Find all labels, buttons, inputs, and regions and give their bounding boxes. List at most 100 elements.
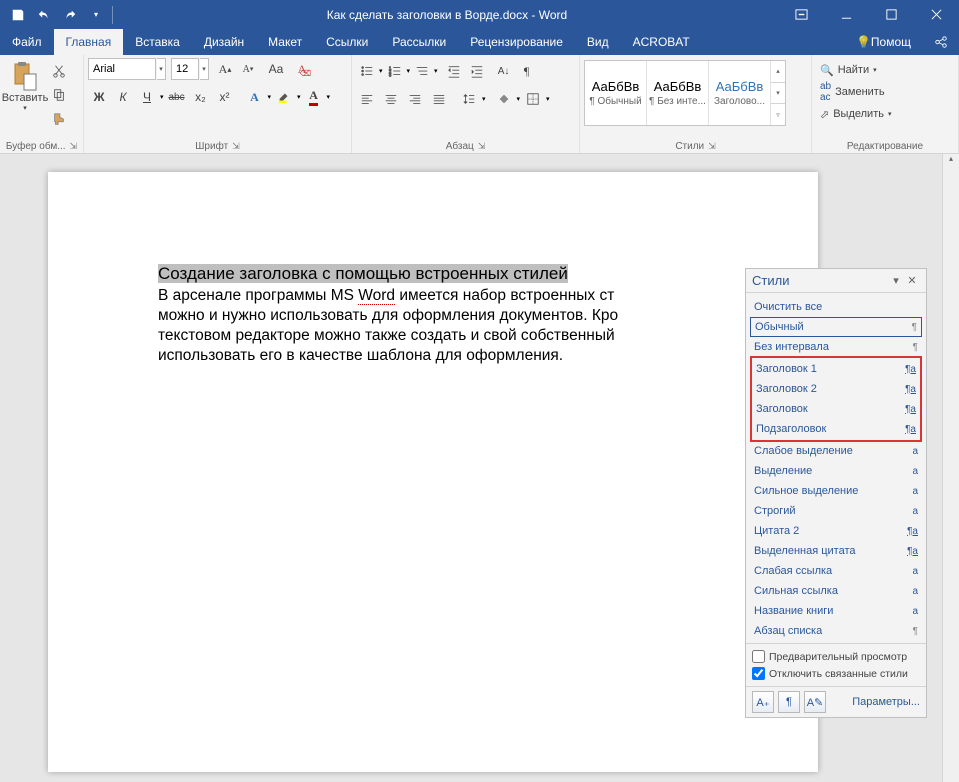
numbering-button[interactable]: 123	[384, 60, 406, 82]
increase-indent-button[interactable]	[466, 60, 488, 82]
vertical-scrollbar[interactable]: ▴	[942, 154, 959, 782]
style-item[interactable]: Слабая ссылкаa	[750, 561, 922, 581]
style-item[interactable]: Заголовок 2¶a	[752, 379, 920, 399]
font-name-dropdown[interactable]: ▾	[157, 58, 166, 80]
document-page[interactable]: Создание заголовка с помощью встроенных …	[48, 172, 818, 772]
align-center-button[interactable]	[380, 88, 402, 110]
copy-button[interactable]	[48, 84, 70, 106]
multilevel-list-button[interactable]	[411, 60, 433, 82]
style-item[interactable]: Заголовок 1¶a	[752, 359, 920, 379]
tab-acrobat[interactable]: ACROBAT	[621, 29, 702, 55]
increase-font-button[interactable]: A▴	[214, 58, 236, 80]
style-inspector-button[interactable]: ¶	[778, 691, 800, 713]
gallery-expand[interactable]: ▿	[771, 104, 785, 125]
clear-all[interactable]: Очистить все	[750, 297, 922, 317]
minimize-button[interactable]	[824, 0, 869, 29]
style-item[interactable]: Строгийa	[750, 501, 922, 521]
style-item[interactable]: Цитата 2¶a	[750, 521, 922, 541]
tab-references[interactable]: Ссылки	[314, 29, 380, 55]
text-effects-button[interactable]: A	[244, 86, 266, 108]
replace-button[interactable]: abacЗаменить	[816, 82, 889, 102]
style-item[interactable]: Слабое выделениеa	[750, 441, 922, 461]
style-item[interactable]: Сильная ссылкаa	[750, 581, 922, 601]
font-size-input[interactable]	[171, 58, 199, 80]
strike-button[interactable]: abc	[166, 86, 188, 108]
font-name-input[interactable]	[88, 58, 156, 80]
tab-view[interactable]: Вид	[575, 29, 621, 55]
tab-layout[interactable]: Макет	[256, 29, 314, 55]
redo-button[interactable]	[58, 3, 82, 27]
style-item[interactable]: Выделениеa	[750, 461, 922, 481]
tab-insert[interactable]: Вставка	[123, 29, 192, 55]
manage-styles-button[interactable]: A✎	[804, 691, 826, 713]
style-item[interactable]: Выделенная цитата¶a	[750, 541, 922, 561]
tell-me[interactable]: 💡 Помощ	[844, 29, 923, 55]
style-item[interactable]: Без интервала¶	[750, 337, 922, 357]
tab-mailings[interactable]: Рассылки	[380, 29, 458, 55]
close-button[interactable]	[914, 0, 959, 29]
paragraph-dialog-launcher[interactable]: ⇲	[478, 141, 486, 152]
paste-button[interactable]: Вставить ▾	[4, 58, 46, 128]
subscript-button[interactable]: x₂	[190, 86, 212, 108]
tab-home[interactable]: Главная	[54, 29, 124, 55]
italic-button[interactable]: К	[112, 86, 134, 108]
superscript-button[interactable]: x²	[214, 86, 236, 108]
save-button[interactable]	[6, 3, 30, 27]
font-dialog-launcher[interactable]: ⇲	[232, 141, 240, 152]
show-marks-button[interactable]: ¶	[516, 60, 538, 82]
style-item[interactable]: Абзац списка¶	[750, 621, 922, 641]
disable-linked-checkbox[interactable]: Отключить связанные стили	[752, 665, 920, 682]
style-item[interactable]: Заголовок¶a	[752, 399, 920, 419]
gallery-up[interactable]: ▴	[771, 61, 785, 83]
styles-options-link[interactable]: Параметры...	[852, 696, 920, 708]
doc-paragraph[interactable]: В арсенале программы MS Word имеется наб…	[158, 286, 688, 367]
decrease-indent-button[interactable]	[443, 60, 465, 82]
tab-design[interactable]: Дизайн	[192, 29, 256, 55]
style-heading1[interactable]: АаБбВв Заголово...	[709, 61, 771, 125]
styles-dialog-launcher[interactable]: ⇲	[708, 141, 716, 152]
preview-checkbox[interactable]: Предварительный просмотр	[752, 648, 920, 665]
underline-button[interactable]: Ч	[136, 86, 158, 108]
justify-button[interactable]	[428, 88, 450, 110]
line-spacing-button[interactable]	[458, 88, 480, 110]
qat-customize-button[interactable]: ▾	[84, 3, 108, 27]
borders-button[interactable]	[522, 88, 544, 110]
change-case-button[interactable]: Aa	[265, 58, 287, 80]
tab-file[interactable]: Файл	[0, 29, 54, 55]
scroll-up[interactable]: ▴	[943, 154, 959, 171]
maximize-button[interactable]	[869, 0, 914, 29]
find-button[interactable]: 🔍Найти▾	[816, 60, 881, 80]
decrease-font-button[interactable]: A▾	[237, 58, 259, 80]
cut-button[interactable]	[48, 60, 70, 82]
sort-button[interactable]: A↓	[493, 60, 515, 82]
align-right-button[interactable]	[404, 88, 426, 110]
highlight-button[interactable]	[273, 86, 295, 108]
style-normal[interactable]: АаБбВв ¶ Обычный	[585, 61, 647, 125]
clipboard-dialog-launcher[interactable]: ⇲	[70, 141, 78, 152]
style-item[interactable]: Обычный¶	[750, 317, 922, 337]
style-item[interactable]: Подзаголовок¶a	[752, 419, 920, 439]
select-button[interactable]: ⬀Выделить▾	[816, 104, 895, 124]
ribbon-display-button[interactable]	[779, 0, 824, 29]
styles-pane-close[interactable]: ✕	[904, 274, 920, 287]
new-style-button[interactable]: A₊	[752, 691, 774, 713]
tab-review[interactable]: Рецензирование	[458, 29, 575, 55]
undo-button[interactable]	[32, 3, 56, 27]
shading-button[interactable]	[493, 88, 515, 110]
clear-formatting-button[interactable]: A⌫	[291, 58, 313, 80]
styles-pane-menu[interactable]: ▾	[888, 274, 904, 287]
align-left-button[interactable]	[356, 88, 378, 110]
bullets-button[interactable]	[356, 60, 378, 82]
share-button[interactable]	[923, 29, 959, 55]
group-paragraph: ▾ 123▾ ▾ A↓ ¶ ▾ ▾ ▾ Абза	[352, 55, 580, 153]
style-no-spacing[interactable]: АаБбВв ¶ Без инте...	[647, 61, 709, 125]
style-item[interactable]: Сильное выделениеa	[750, 481, 922, 501]
bold-button[interactable]: Ж	[88, 86, 110, 108]
font-color-button[interactable]: A	[303, 86, 325, 108]
doc-heading[interactable]: Создание заголовка с помощью встроенных …	[158, 264, 568, 283]
gallery-down[interactable]: ▾	[771, 83, 785, 105]
font-size-dropdown[interactable]: ▾	[200, 58, 209, 80]
font-group-label: Шрифт	[195, 141, 228, 152]
format-painter-button[interactable]	[48, 108, 70, 130]
style-item[interactable]: Название книгиa	[750, 601, 922, 621]
